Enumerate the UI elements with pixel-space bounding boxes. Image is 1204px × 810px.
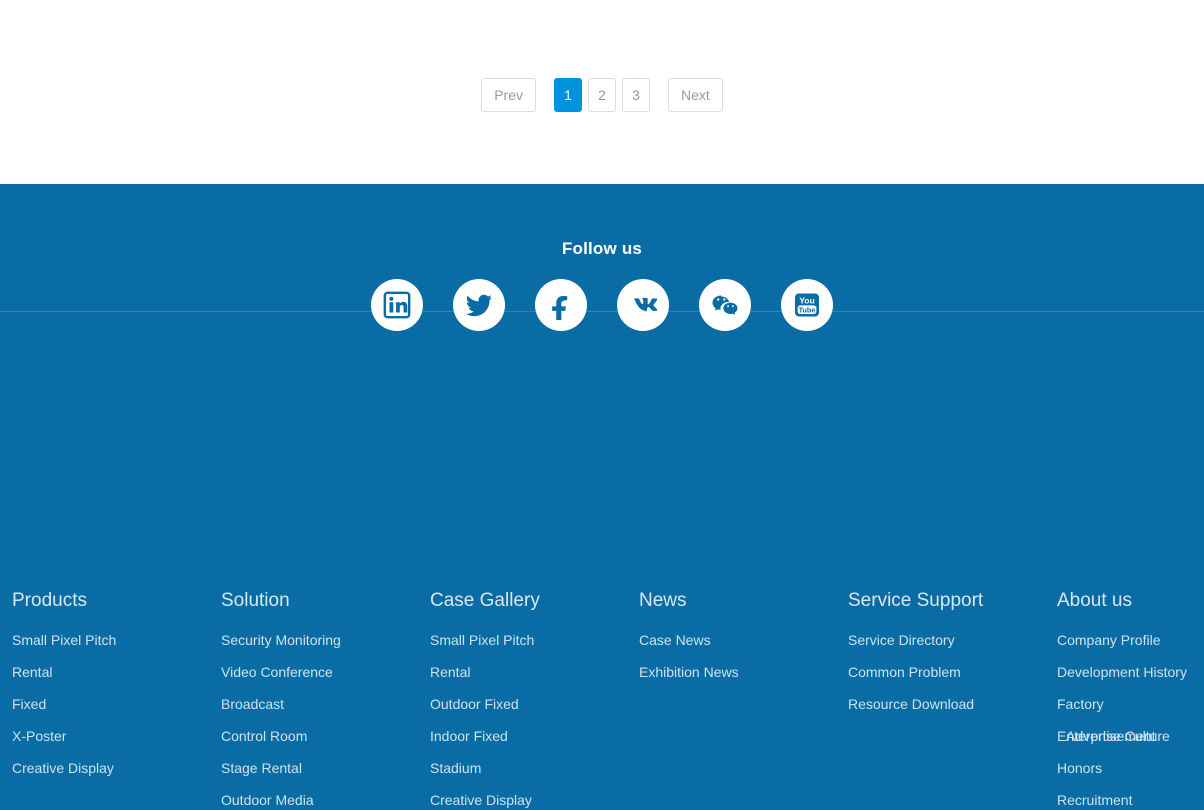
pagination-page-3[interactable]: 3 bbox=[622, 78, 650, 112]
footer-link[interactable]: Common Problem bbox=[848, 656, 1057, 688]
svg-text:Tube: Tube bbox=[798, 305, 815, 314]
site-footer: Follow us You Tube Products Small Pixel … bbox=[0, 184, 1204, 810]
footer-column-title: About us bbox=[1057, 590, 1132, 611]
footer-link[interactable]: Resource Download bbox=[848, 688, 1057, 720]
footer-column-products: Products Small Pixel Pitch Rental Fixed … bbox=[12, 588, 221, 810]
footer-column-service-support: Service Support Service Directory Common… bbox=[848, 588, 1057, 810]
footer-link[interactable]: Outdoor Fixed bbox=[430, 688, 639, 720]
follow-us-block: Follow us You Tube bbox=[0, 184, 1204, 331]
footer-link[interactable]: Rental bbox=[12, 656, 221, 688]
footer-link[interactable]: Rental bbox=[430, 656, 639, 688]
footer-link[interactable]: Factory bbox=[1057, 688, 1204, 720]
footer-link[interactable]: Creative Display bbox=[430, 784, 639, 810]
footer-link[interactable]: Case News bbox=[639, 624, 848, 656]
footer-column-title: Solution bbox=[221, 590, 290, 611]
footer-column-news: News Case News Exhibition News bbox=[639, 588, 848, 810]
footer-link[interactable]: Development History bbox=[1057, 656, 1204, 688]
footer-link[interactable]: Recruitment bbox=[1057, 784, 1204, 810]
footer-link[interactable]: Stadium bbox=[430, 752, 639, 784]
footer-column-title: Products bbox=[12, 590, 87, 611]
pagination-page-1[interactable]: 1 bbox=[554, 78, 582, 112]
footer-column-title: Case Gallery bbox=[430, 590, 540, 611]
footer-link-overlapping[interactable]: Enterprise Culture Advertisement bbox=[1057, 720, 1204, 752]
footer-link-columns: Products Small Pixel Pitch Rental Fixed … bbox=[0, 588, 1204, 810]
footer-link[interactable]: Honors bbox=[1057, 752, 1204, 784]
linkedin-icon[interactable] bbox=[371, 279, 423, 331]
pagination-next-button[interactable]: Next bbox=[668, 78, 723, 112]
footer-link[interactable]: X-Poster bbox=[12, 720, 221, 752]
footer-link-advertisement[interactable]: Advertisement bbox=[1066, 720, 1155, 752]
footer-link[interactable]: Creative Display bbox=[12, 752, 221, 784]
footer-link[interactable]: Small Pixel Pitch bbox=[12, 624, 221, 656]
footer-link[interactable]: Video Conference bbox=[221, 656, 430, 688]
svg-text:You: You bbox=[799, 295, 815, 305]
footer-link[interactable]: Exhibition News bbox=[639, 656, 848, 688]
footer-link[interactable]: Service Directory bbox=[848, 624, 1057, 656]
wechat-icon[interactable] bbox=[699, 279, 751, 331]
pagination-prev-button[interactable]: Prev bbox=[481, 78, 536, 112]
footer-column-title: News bbox=[639, 590, 687, 611]
footer-link[interactable]: Stage Rental bbox=[221, 752, 430, 784]
footer-column-solution: Solution Security Monitoring Video Confe… bbox=[221, 588, 430, 810]
pagination: Prev 1 2 3 Next bbox=[481, 78, 723, 112]
footer-link[interactable]: Fixed bbox=[12, 688, 221, 720]
vk-icon[interactable] bbox=[617, 279, 669, 331]
footer-link[interactable]: Outdoor Media bbox=[221, 784, 430, 810]
footer-link[interactable]: Indoor Fixed bbox=[430, 720, 639, 752]
facebook-icon[interactable] bbox=[535, 279, 587, 331]
footer-link[interactable]: Security Monitoring bbox=[221, 624, 430, 656]
footer-link[interactable]: Broadcast bbox=[221, 688, 430, 720]
social-links-row: You Tube bbox=[0, 279, 1204, 331]
footer-column-case-gallery: Case Gallery Small Pixel Pitch Rental Ou… bbox=[430, 588, 639, 810]
footer-link[interactable]: Small Pixel Pitch bbox=[430, 624, 639, 656]
footer-column-about-us: About us Company Profile Development His… bbox=[1057, 588, 1204, 810]
footer-link[interactable]: Company Profile bbox=[1057, 624, 1204, 656]
pagination-page-2[interactable]: 2 bbox=[588, 78, 616, 112]
footer-link[interactable]: Control Room bbox=[221, 720, 430, 752]
youtube-icon[interactable]: You Tube bbox=[781, 279, 833, 331]
twitter-icon[interactable] bbox=[453, 279, 505, 331]
footer-column-title: Service Support bbox=[848, 590, 984, 611]
follow-us-title: Follow us bbox=[561, 239, 643, 258]
pagination-area: Prev 1 2 3 Next bbox=[0, 0, 1204, 184]
